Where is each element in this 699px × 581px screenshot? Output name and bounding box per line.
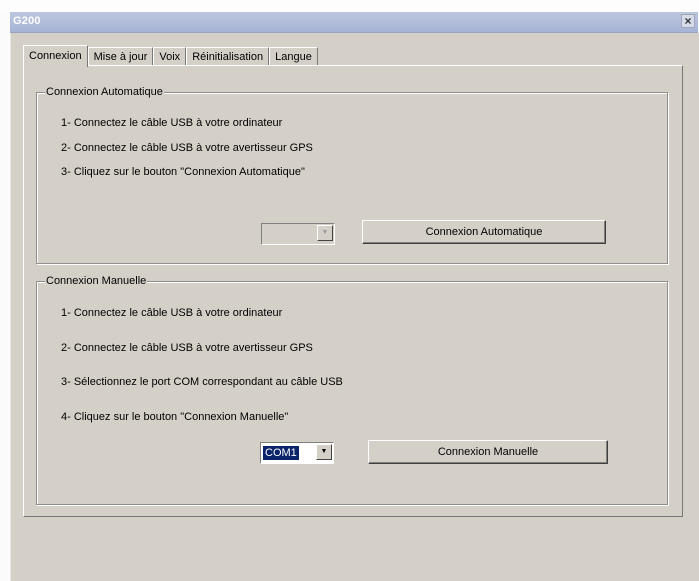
manual-step-3: 3- Sélectionnez le port COM correspondan… xyxy=(61,376,343,388)
tab-mise-a-jour[interactable]: Mise à jour xyxy=(87,47,154,66)
manual-connect-button[interactable]: Connexion Manuelle xyxy=(368,440,608,464)
window-frame-top xyxy=(0,0,699,12)
tab-connexion[interactable]: Connexion xyxy=(23,45,88,67)
com-port-value: COM1 xyxy=(263,446,299,460)
auto-group-title: Connexion Automatique xyxy=(45,86,164,98)
com-port-combo[interactable]: COM1 ▼ xyxy=(260,442,334,464)
manual-group-title: Connexion Manuelle xyxy=(45,275,148,287)
title-bar[interactable]: G200 × xyxy=(10,12,698,33)
window-title: G200 xyxy=(13,15,41,27)
connexion-tab-panel: Connexion Automatique 1- Connectez le câ… xyxy=(23,65,683,517)
chevron-down-icon[interactable]: ▼ xyxy=(317,225,333,241)
close-button[interactable]: × xyxy=(681,14,695,28)
manual-connection-group: Connexion Manuelle 1- Connectez le câble… xyxy=(36,275,668,505)
dialog-client-area: Connexion Mise à jour Voix Réinitialisat… xyxy=(10,33,699,581)
manual-step-1: 1- Connectez le câble USB à votre ordina… xyxy=(61,307,283,319)
tab-voix[interactable]: Voix xyxy=(153,47,187,66)
tab-reinitialisation[interactable]: Réinitialisation xyxy=(186,47,270,66)
manual-step-4: 4- Cliquez sur le bouton "Connexion Manu… xyxy=(61,411,289,423)
chevron-down-icon[interactable]: ▼ xyxy=(316,444,332,460)
auto-connect-button[interactable]: Connexion Automatique xyxy=(362,220,606,244)
auto-step-3: 3- Cliquez sur le bouton "Connexion Auto… xyxy=(61,166,305,178)
auto-step-2: 2- Connectez le câble USB à votre averti… xyxy=(61,142,313,154)
manual-step-2: 2- Connectez le câble USB à votre averti… xyxy=(61,342,313,354)
tab-strip: Connexion Mise à jour Voix Réinitialisat… xyxy=(23,45,318,67)
auto-step-1: 1- Connectez le câble USB à votre ordina… xyxy=(61,117,283,129)
auto-connection-group: Connexion Automatique 1- Connectez le câ… xyxy=(36,86,668,264)
auto-port-combo[interactable]: ▼ xyxy=(261,223,335,245)
tab-langue[interactable]: Langue xyxy=(269,47,318,66)
